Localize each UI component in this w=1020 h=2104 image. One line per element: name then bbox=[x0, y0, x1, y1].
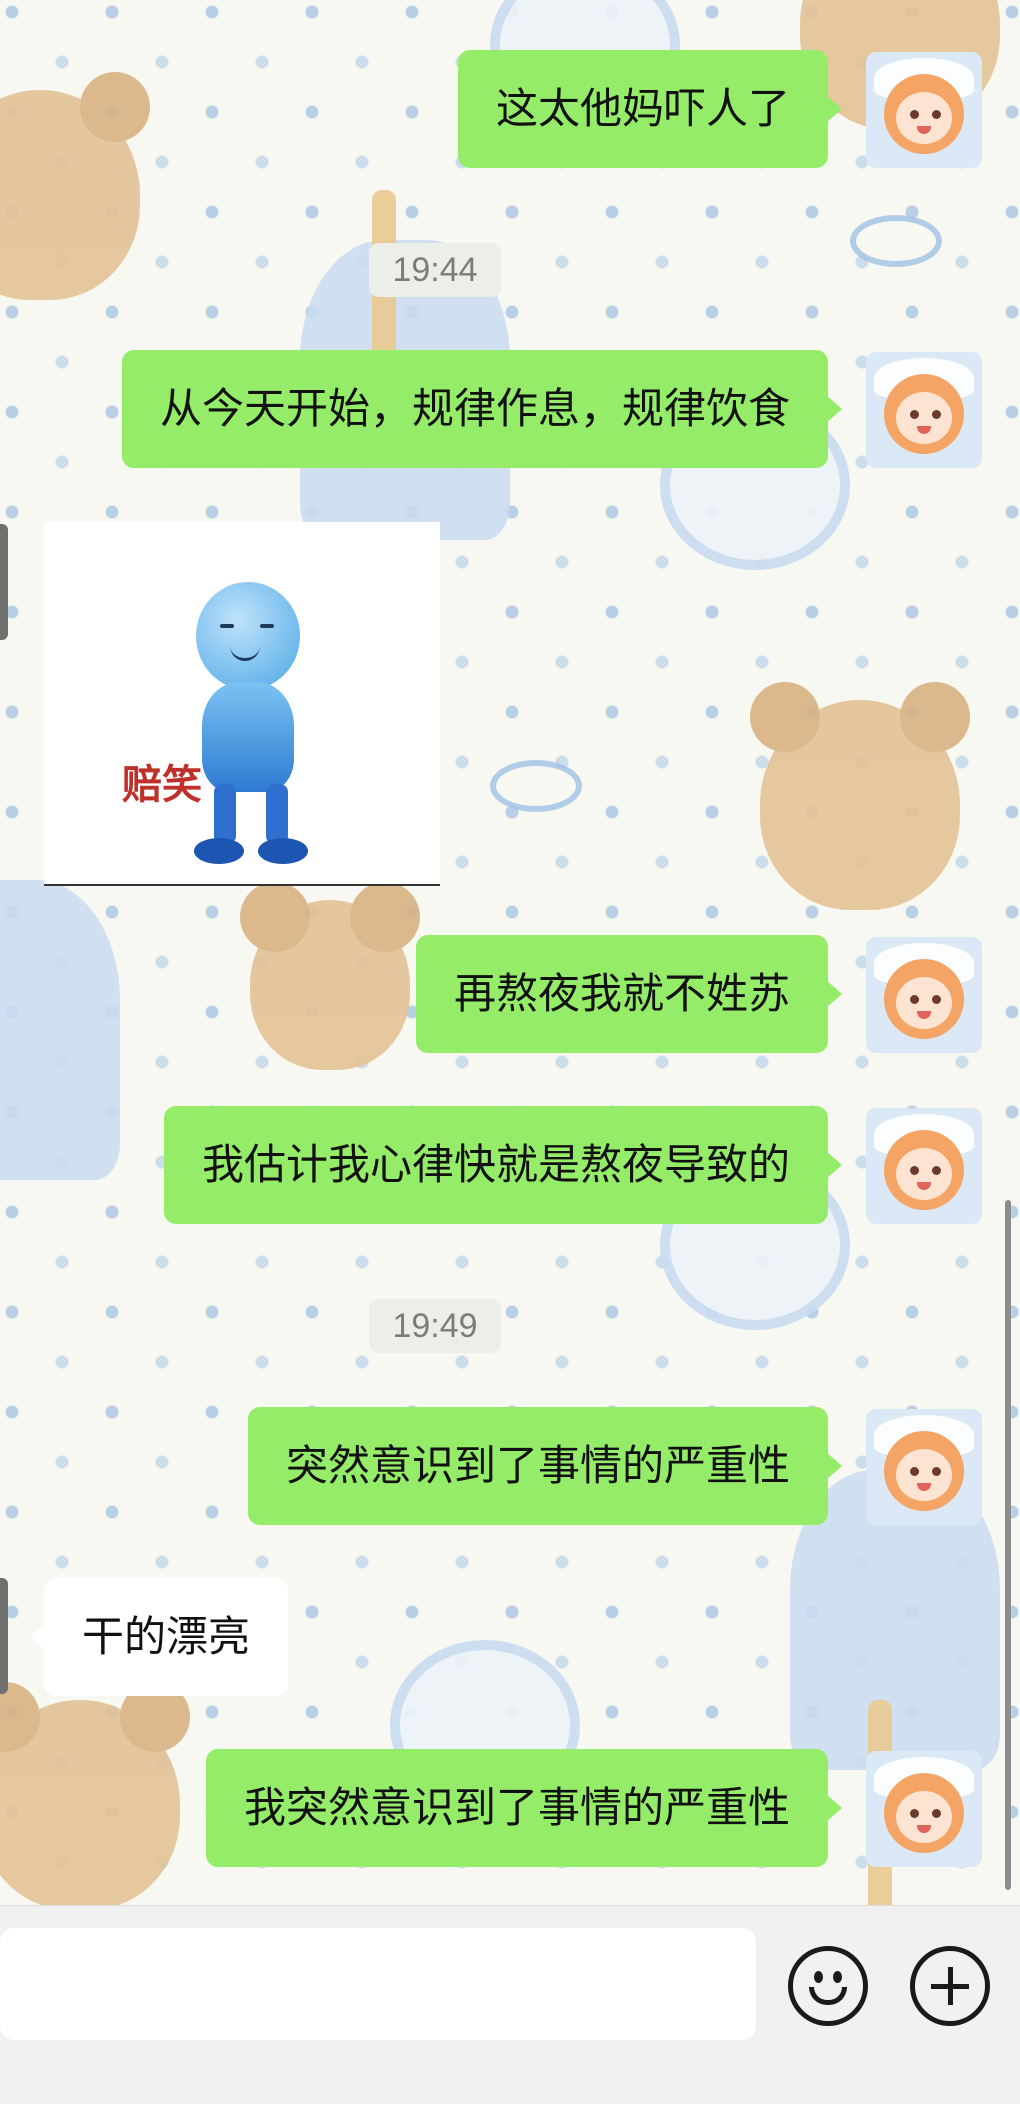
message-text: 干的漂亮 bbox=[82, 1612, 251, 1661]
input-bar bbox=[0, 1905, 1020, 2104]
avatar[interactable] bbox=[866, 1409, 982, 1525]
timestamp: 19:49 bbox=[369, 1299, 501, 1353]
avatar[interactable] bbox=[866, 1108, 982, 1224]
sticker-figure-head bbox=[196, 582, 300, 690]
plus-circle-icon[interactable] bbox=[910, 1946, 990, 2026]
avatar-partial[interactable] bbox=[0, 524, 8, 640]
message-bubble-sent[interactable]: 再熬夜我就不姓苏 bbox=[415, 935, 843, 1053]
message-input[interactable] bbox=[0, 1928, 756, 2040]
sticker-figure-body bbox=[202, 682, 294, 792]
message-bubble-sent[interactable]: 我突然意识到了事情的严重性 bbox=[205, 1749, 843, 1867]
wallpaper-bow bbox=[490, 760, 582, 812]
avatar[interactable] bbox=[866, 52, 982, 168]
message-bubble-sent[interactable]: 突然意识到了事情的严重性 bbox=[247, 1407, 843, 1525]
message-bubble-sent[interactable]: 从今天开始，规律作息，规律饮食 bbox=[121, 350, 843, 468]
wallpaper-bear bbox=[0, 72, 150, 300]
avatar[interactable] bbox=[866, 937, 982, 1053]
message-text: 再熬夜我就不姓苏 bbox=[453, 969, 790, 1018]
message-text: 这太他妈吓人了 bbox=[495, 84, 790, 133]
avatar-partial[interactable] bbox=[0, 1578, 8, 1694]
message-bubble-sent[interactable]: 我估计我心律快就是熬夜导致的 bbox=[163, 1106, 843, 1224]
avatar[interactable] bbox=[866, 352, 982, 468]
timestamp: 19:44 bbox=[369, 243, 501, 297]
message-text: 从今天开始，规律作息，规律饮食 bbox=[159, 384, 790, 433]
message-bubble-received[interactable]: 干的漂亮 bbox=[29, 1578, 289, 1696]
message-bubble-sent[interactable]: 这太他妈吓人了 bbox=[457, 50, 843, 168]
message-text: 突然意识到了事情的严重性 bbox=[285, 1441, 790, 1490]
message-text: 我估计我心律快就是熬夜导致的 bbox=[201, 1140, 790, 1189]
avatar[interactable] bbox=[866, 1751, 982, 1867]
scrollbar[interactable] bbox=[1005, 1200, 1011, 1890]
sticker-caption: 赔笑 bbox=[122, 762, 202, 808]
emoji-smile-icon[interactable] bbox=[788, 1946, 868, 2026]
wallpaper-bear bbox=[750, 682, 970, 910]
wallpaper-bear bbox=[0, 1682, 190, 1905]
chat-area[interactable]: 这太他妈吓人了 19:44 从今天开始，规律作息，规律饮食 赔笑 再熬夜我就不姓… bbox=[0, 0, 1020, 1905]
message-text: 我突然意识到了事情的严重性 bbox=[243, 1783, 790, 1832]
wallpaper-dress bbox=[0, 880, 120, 1180]
wallpaper-bow bbox=[850, 215, 942, 267]
wallpaper-bear bbox=[240, 882, 420, 1070]
sticker-image[interactable]: 赔笑 bbox=[44, 522, 440, 886]
